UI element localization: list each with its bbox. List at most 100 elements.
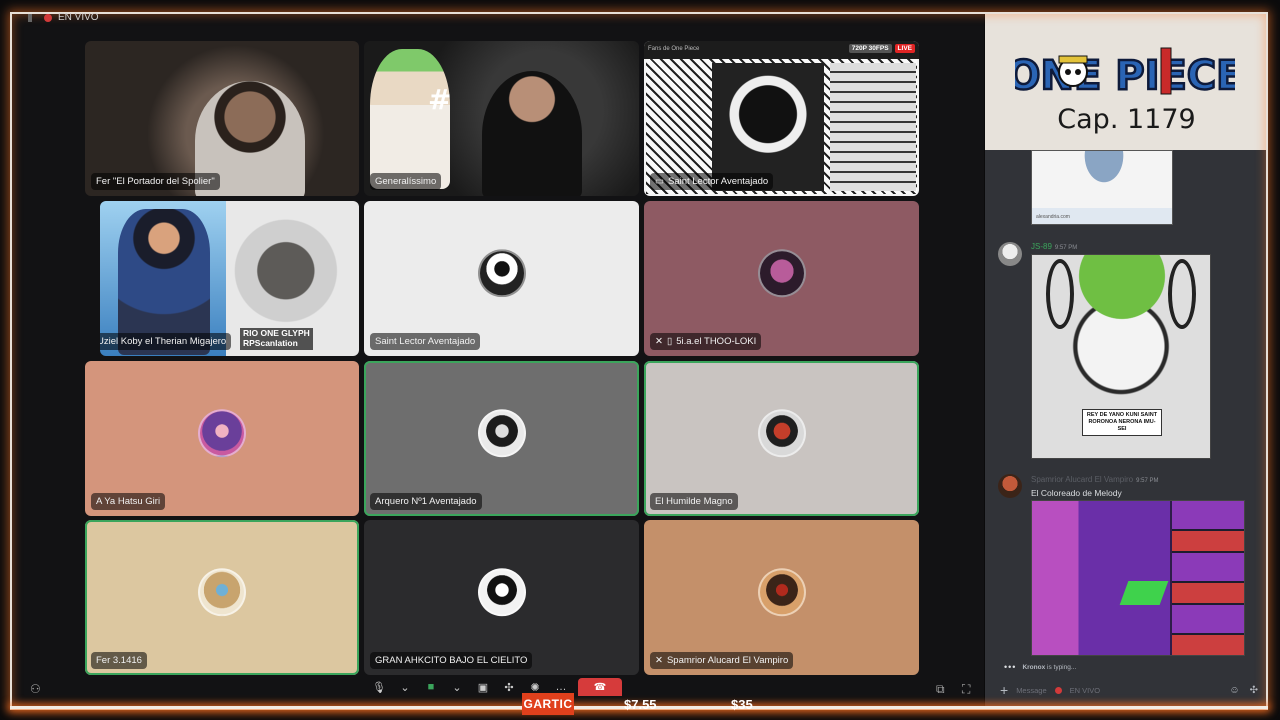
- message-timestamp: 9:57 PM: [1054, 245, 1078, 251]
- chevron-down-icon[interactable]: ⌄: [448, 680, 466, 694]
- watermark-line-2: RPScanlation: [243, 338, 298, 349]
- add-person-icon[interactable]: ⚇: [30, 682, 41, 696]
- image-content: [1074, 151, 1134, 197]
- avatar: [198, 408, 246, 457]
- participant-tile[interactable]: # Generalíssimo: [364, 41, 639, 196]
- game-ticker-label: GARTIC: [522, 693, 574, 715]
- soundboard-icon[interactable]: ✺: [526, 680, 544, 694]
- speaker-icon: [28, 13, 38, 22]
- participant-tile[interactable]: Saint Lector Aventajado: [364, 201, 639, 356]
- camera-icon[interactable]: ■: [422, 680, 440, 694]
- avatar: [757, 408, 806, 457]
- message-text: El Coloreado de Melody: [1031, 488, 1122, 498]
- live-dot-icon: [44, 13, 52, 22]
- participant-name: GRAN AHKCITO BAJO EL CIELITO: [370, 652, 533, 669]
- participant-name: ▭ Saint Lector Aventajado: [650, 173, 774, 190]
- typing-suffix: is typing...: [1047, 663, 1077, 671]
- participant-tile[interactable]: A Ya Hatsu Giri: [85, 361, 359, 516]
- camera-feed: [482, 71, 582, 196]
- mobile-icon: ▯: [666, 336, 673, 347]
- muted-icon: ✕: [655, 655, 663, 666]
- chat-image-attachment[interactable]: REY DE YANO KUNI SAINT RORONOA NERONA IM…: [1031, 254, 1211, 459]
- image-caption-url: alexandria.com: [1036, 214, 1070, 220]
- skeleton-figure: [370, 49, 450, 189]
- one-piece-logo: ONE PIECE: [1015, 47, 1235, 100]
- participant-tile[interactable]: GRAN AHKCITO BAJO EL CIELITO: [364, 520, 639, 675]
- message-author[interactable]: Spamrior Alucard El Vampiro 9:57 PM: [1031, 475, 1158, 484]
- chevron-down-icon[interactable]: ⌄: [396, 680, 414, 694]
- image-caption: REY DE YANO KUNI SAINT RORONOA NERONA IM…: [1082, 408, 1162, 436]
- more-icon[interactable]: …: [552, 680, 570, 694]
- screen-share-icon: ▭: [655, 176, 664, 187]
- message-author[interactable]: JS-89 9:57 PM: [1031, 242, 1077, 251]
- participant-name-text: 5i.a.el THOO-LOKI: [676, 336, 757, 347]
- avatar: [757, 248, 806, 297]
- quality-badge: 720P 30FPS: [848, 44, 892, 53]
- microphone-icon[interactable]: 🎙: [370, 680, 388, 694]
- fullscreen-icon[interactable]: ⛶: [962, 682, 970, 697]
- ticker-price: $35: [731, 696, 753, 712]
- activities-icon[interactable]: ✣: [500, 680, 518, 694]
- participant-name: El Humilde Magno: [650, 493, 738, 510]
- manga-panel: [712, 63, 824, 191]
- image-content: [1172, 501, 1244, 655]
- avatar: [477, 567, 526, 616]
- author-name[interactable]: Spamrior Alucard El Vampiro: [1031, 475, 1133, 484]
- screen-share-tile[interactable]: Fans de One Piece 720P 30FPS LIVE ▭ Saint…: [644, 41, 919, 196]
- add-attachment-icon[interactable]: +: [1000, 682, 1008, 698]
- participant-name: Fer "El Portador del Spolier": [91, 173, 220, 190]
- scanlation-watermark: RIO ONE GLYPH RPScanlation: [240, 328, 313, 350]
- participant-name: Fer 3.1416: [91, 652, 147, 669]
- typing-dots-icon: •••: [1004, 662, 1017, 672]
- popout-icon[interactable]: ⧉: [936, 682, 945, 697]
- input-actions: ☺ ✣: [1229, 685, 1258, 696]
- call-toolbar: 🎙 ⌄ ■ ⌄ ▣ ✣ ✺ … ☎: [370, 678, 622, 696]
- participant-tile[interactable]: ✕ ▯ 5i.a.el THOO-LOKI: [644, 201, 919, 356]
- participant-name: A Ya Hatsu Giri: [91, 493, 166, 510]
- screen-share-icon[interactable]: ▣: [474, 680, 492, 694]
- participant-tile[interactable]: Fer "El Portador del Spolier": [85, 41, 359, 196]
- participant-name: ✕ Spamrior Alucard El Vampiro: [650, 652, 794, 669]
- image-content: [1062, 255, 1182, 325]
- typing-indicator: ••• Kronox is typing...: [1004, 662, 1076, 672]
- chapter-title: Cap. 1179: [1057, 104, 1196, 135]
- live-dot-icon: [1054, 686, 1062, 694]
- avatar: [198, 567, 246, 616]
- one-piece-overlay: ONE PIECE Cap. 1179: [985, 14, 1268, 150]
- chat-image-attachment[interactable]: alexandria.com: [1031, 150, 1173, 225]
- stream-frame: EN VIVO Fer "El Portador del Spolier" # …: [0, 0, 1280, 720]
- avatar: [757, 567, 806, 616]
- chat-image-attachment[interactable]: [1031, 500, 1245, 656]
- participant-tile[interactable]: ✕ Spamrior Alucard El Vampiro: [644, 520, 919, 675]
- apps-icon[interactable]: ✣: [1250, 685, 1258, 696]
- author-name[interactable]: JS-89: [1031, 242, 1052, 251]
- shared-window-title: Fans de One Piece: [648, 46, 700, 52]
- input-channel-name: EN VIVO: [1069, 685, 1101, 695]
- participant-tile[interactable]: Arquero Nº1 Aventajado: [364, 361, 639, 516]
- message-timestamp: 9:57 PM: [1136, 478, 1159, 484]
- avatar[interactable]: [998, 474, 1022, 498]
- participant-tile[interactable]: RIO ONE GLYPH RPScanlation Uziel Koby el…: [100, 201, 359, 356]
- participant-name: Saint Lector Aventajado: [370, 333, 481, 350]
- input-placeholder: Message: [1016, 685, 1047, 695]
- manga-panel: [830, 63, 916, 191]
- participant-name-text: Saint Lector Aventajado: [667, 176, 769, 187]
- muted-icon: ✕: [655, 336, 663, 347]
- svg-text:ONE PIECE: ONE PIECE: [1015, 53, 1235, 99]
- phone-hangup-icon: ☎: [593, 681, 607, 693]
- participant-name: Generalíssimo: [370, 173, 442, 190]
- participant-name: Uziel Koby el Therian Migajero: [100, 333, 232, 350]
- message-input[interactable]: + Message EN VIVO ☺ ✣: [1000, 680, 1258, 700]
- avatar[interactable]: [998, 242, 1022, 266]
- leave-call-button[interactable]: ☎: [578, 678, 622, 696]
- live-label: EN VIVO: [58, 12, 99, 23]
- participant-name-text: Spamrior Alucard El Vampiro: [666, 655, 789, 666]
- typing-user: Kronox: [1022, 663, 1046, 671]
- avatar: [477, 408, 526, 457]
- hash-symbol: #: [428, 83, 452, 116]
- participant-tile[interactable]: Fer 3.1416: [85, 520, 359, 675]
- participant-tile[interactable]: El Humilde Magno: [644, 361, 919, 516]
- emoji-icon[interactable]: ☺: [1229, 685, 1239, 696]
- stream-badges: 720P 30FPS LIVE: [848, 44, 915, 53]
- participant-name: ✕ ▯ 5i.a.el THOO-LOKI: [650, 333, 762, 350]
